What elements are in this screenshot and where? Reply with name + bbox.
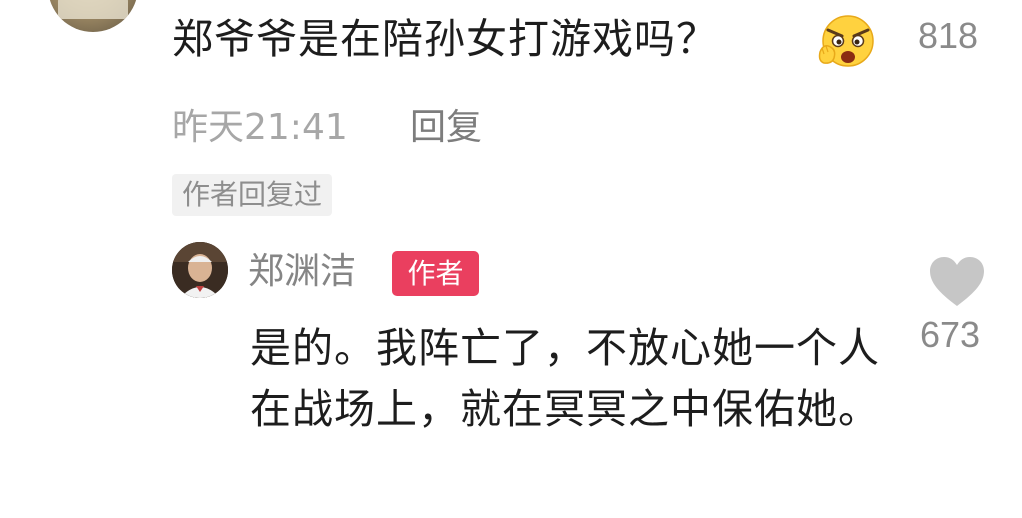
comment-like-count: 818	[918, 15, 979, 56]
surprised-face-emoji-icon	[818, 15, 874, 67]
author-avatar-image	[172, 242, 228, 298]
reply-like-count: 673	[920, 314, 981, 355]
reply-author-name[interactable]: 郑渊洁	[248, 248, 356, 296]
comment-thread: 郑爷爷是在陪孙女打游戏吗？ 818 昨天21:41 回复 作者回复过 郑渊洁 作…	[0, 0, 1022, 518]
like-icon[interactable]	[944, 0, 970, 4]
reply-text: 是的。我阵亡了，不放心她一个人在战场上，就在冥冥之中保佑她。	[250, 324, 880, 433]
comment-text: 郑爷爷是在陪孙女打游戏吗？	[172, 15, 718, 63]
author-badge: 作者	[392, 251, 479, 296]
commenter-avatar[interactable]	[48, 0, 138, 32]
author-avatar[interactable]	[172, 242, 228, 298]
comment-time: 昨天21:41	[172, 107, 348, 148]
heart-icon[interactable]	[928, 256, 986, 308]
reply-button[interactable]: 回复	[410, 104, 482, 152]
author-replied-toggle[interactable]: 作者回复过	[172, 174, 333, 216]
